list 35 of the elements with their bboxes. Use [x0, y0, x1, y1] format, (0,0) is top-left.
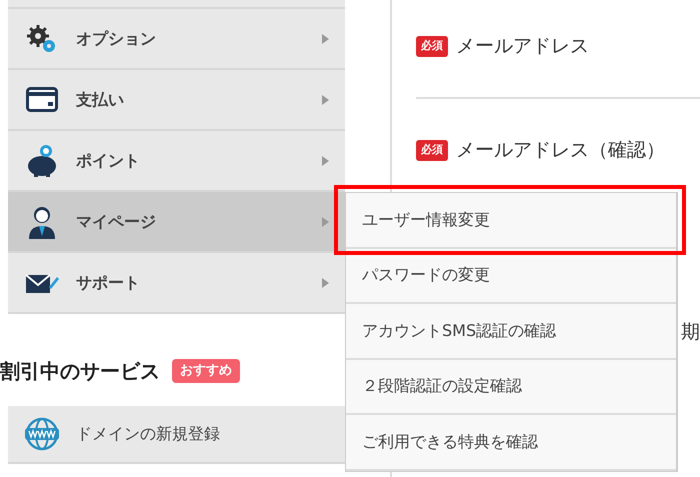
sidebar-item[interactable]: サポート	[8, 253, 345, 314]
globe-icon	[24, 417, 60, 451]
required-badge: 必須	[416, 140, 448, 161]
chevron-right-icon	[322, 156, 329, 166]
recommend-badge: おすすめ	[172, 359, 240, 383]
gears-icon	[26, 24, 58, 54]
field-label: メールアドレス	[456, 34, 589, 60]
field-label: メールアドレス（確認）	[456, 138, 665, 164]
submenu-item[interactable]: ユーザー情報変更	[346, 208, 490, 232]
sidebar-label: サポート	[76, 272, 141, 294]
required-badge: 必須	[416, 36, 448, 57]
chevron-right-icon	[322, 216, 329, 226]
service-label: ドメインの新規登録	[76, 423, 220, 445]
sidebar-label: マイページ	[76, 210, 157, 232]
sidebar-label: オプション	[76, 28, 157, 50]
user-icon	[27, 204, 57, 238]
submenu-item[interactable]: パスワードの変更	[346, 263, 490, 288]
submenu-item[interactable]: ご利用できる特典を確認	[346, 430, 538, 454]
sidebar-item[interactable]: 支払い	[8, 70, 345, 131]
chevron-right-icon	[322, 278, 329, 288]
sidebar-item[interactable]: オプション	[8, 9, 345, 70]
submenu-item[interactable]: アカウントSMS認証の確認	[346, 318, 556, 343]
section-title: 割引中のサービス	[0, 358, 160, 385]
credit-card-icon	[26, 86, 58, 112]
sidebar-item[interactable]: マイページ	[8, 192, 345, 253]
sidebar-item[interactable]: ポイント	[8, 131, 345, 192]
piggy-bank-icon	[25, 144, 59, 178]
sidebar-item[interactable]	[8, 0, 345, 9]
sidebar-label: ポイント	[76, 150, 141, 172]
submenu-item[interactable]: ２段階認証の設定確認	[346, 374, 522, 398]
chevron-right-icon	[322, 34, 329, 44]
sidebar-label: 支払い	[76, 88, 125, 110]
field-label: 期	[681, 320, 700, 345]
service-item[interactable]: ドメインの新規登録	[8, 406, 345, 464]
chevron-right-icon	[322, 94, 329, 104]
